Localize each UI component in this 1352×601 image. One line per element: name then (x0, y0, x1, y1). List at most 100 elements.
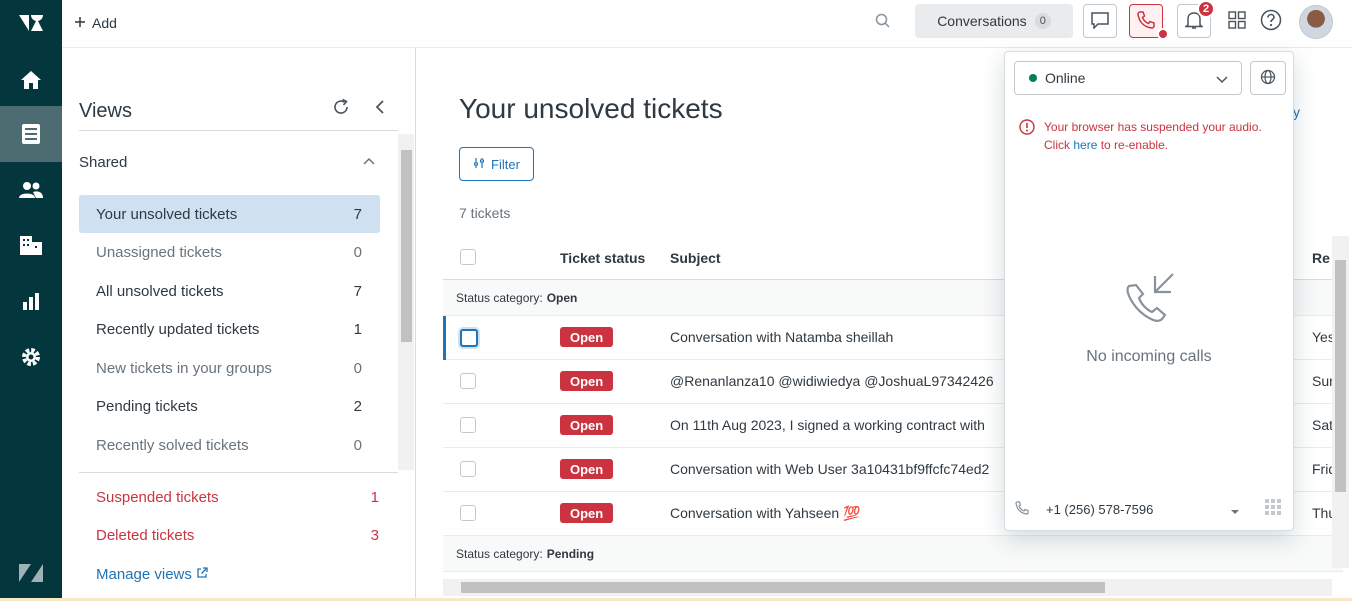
manage-views-link[interactable]: Manage views (96, 566, 208, 583)
no-incoming-calls-text: No incoming calls (1086, 348, 1212, 365)
collapse-panel-chevron-icon[interactable] (373, 99, 387, 118)
admin-gear-icon[interactable] (0, 329, 62, 385)
add-label: Add (92, 15, 117, 31)
add-button[interactable]: Add (74, 12, 117, 34)
ticket-subject[interactable]: On 11th Aug 2023, I signed a working con… (670, 417, 985, 433)
view-item-recently-solved[interactable]: Recently solved tickets 0 (79, 426, 380, 464)
filter-sliders-icon (473, 157, 485, 172)
group-prefix: Status category: (456, 546, 543, 561)
view-item-count: 1 (353, 320, 362, 338)
keypad-icon[interactable] (1264, 498, 1282, 519)
select-all-checkbox[interactable] (460, 249, 476, 265)
top-bar: Add Conversations 0 2 (62, 0, 1352, 48)
phone-icon (1136, 10, 1156, 33)
views-scrollbar-thumb[interactable] (401, 150, 412, 342)
table-horizontal-scrollbar-thumb[interactable] (461, 582, 1105, 593)
incoming-call-phone-icon (1121, 270, 1177, 329)
reenable-audio-link[interactable]: here (1073, 138, 1097, 152)
view-item-label: Recently solved tickets (96, 436, 249, 454)
user-avatar[interactable] (1299, 5, 1333, 39)
notifications-count-badge: 2 (1197, 0, 1215, 18)
row-checkbox[interactable] (460, 461, 476, 477)
chat-bubble-icon (1090, 11, 1110, 32)
divider (79, 130, 398, 131)
column-header-subject[interactable]: Subject (670, 250, 721, 266)
views-icon[interactable] (0, 106, 62, 162)
phone-small-icon (1014, 500, 1030, 519)
row-checkbox[interactable] (460, 373, 476, 389)
chevron-up-icon[interactable] (362, 154, 376, 171)
row-checkbox[interactable] (460, 417, 476, 433)
globe-icon (1260, 69, 1276, 88)
status-badge: Open (560, 327, 614, 347)
ticket-subject[interactable]: Conversation with Yahseen 💯 (670, 505, 860, 522)
home-icon[interactable] (0, 52, 62, 108)
view-item-label: Pending tickets (96, 397, 198, 415)
refresh-icon[interactable] (332, 98, 350, 119)
table-horizontal-scrollbar[interactable] (443, 579, 1332, 596)
table-vertical-scrollbar[interactable] (1332, 236, 1349, 568)
ticket-subject[interactable]: Conversation with Web User 3a10431bf9ffc… (670, 461, 989, 477)
organizations-icon[interactable] (0, 217, 62, 273)
view-item-label: Recently updated tickets (96, 320, 260, 338)
view-item-recently-updated[interactable]: Recently updated tickets 1 (79, 310, 380, 348)
conversations-count-badge: 0 (1034, 13, 1051, 29)
view-item-count: 0 (353, 436, 362, 454)
warning-click-text: Click (1044, 138, 1074, 152)
online-status-dot (1029, 74, 1037, 82)
view-item-deleted[interactable]: Deleted tickets 3 (79, 516, 398, 554)
filter-button[interactable]: Filter (459, 147, 534, 181)
ticket-subject[interactable]: Conversation with Natamba sheillah (670, 329, 893, 345)
view-item-label: Your unsolved tickets (96, 205, 238, 223)
table-vertical-scrollbar-thumb[interactable] (1335, 260, 1346, 492)
external-link-icon (196, 566, 208, 583)
view-item-all-unsolved[interactable]: All unsolved tickets 7 (79, 272, 380, 310)
view-item-new-in-groups[interactable]: New tickets in your groups 0 (79, 349, 380, 387)
row-checkbox[interactable] (460, 329, 478, 347)
zendesk-brand-icon (0, 545, 62, 601)
apps-button[interactable] (1220, 4, 1254, 38)
view-item-count: 2 (353, 397, 362, 415)
status-badge: Open (560, 415, 614, 435)
view-item-label: Unassigned tickets (96, 243, 222, 261)
talk-popover: Online Your browser has suspended your a… (1004, 51, 1294, 531)
conversations-button[interactable]: Conversations 0 (915, 4, 1073, 38)
view-item-label: New tickets in your groups (96, 359, 272, 377)
audio-suspended-warning: Your browser has suspended your audio. C… (1019, 118, 1289, 154)
filter-label: Filter (491, 156, 520, 172)
view-item-count: 7 (353, 205, 362, 223)
alert-circle-icon (1019, 119, 1035, 154)
view-item-suspended[interactable]: Suspended tickets 1 (79, 478, 398, 516)
view-item-pending[interactable]: Pending tickets 2 (79, 387, 380, 425)
shared-section-header[interactable]: Shared (79, 154, 127, 171)
ticket-requested: Sur (1312, 373, 1334, 389)
row-checkbox[interactable] (460, 505, 476, 521)
zendesk-logo-icon[interactable] (0, 0, 62, 44)
search-icon[interactable] (875, 13, 891, 32)
group-row-pending: Status category: Pending (443, 536, 1343, 572)
reporting-icon[interactable] (0, 273, 62, 329)
view-item-your-unsolved[interactable]: Your unsolved tickets 7 (79, 195, 380, 233)
status-badge: Open (560, 371, 614, 391)
column-header-status[interactable]: Ticket status (560, 250, 645, 266)
view-item-count: 1 (370, 488, 379, 506)
agent-status-select[interactable]: Online (1014, 61, 1242, 95)
group-prefix: Status category: (456, 290, 543, 305)
language-button[interactable] (1250, 61, 1286, 95)
view-item-label: Suspended tickets (96, 488, 219, 506)
view-item-count: 7 (353, 282, 362, 300)
conversations-label: Conversations (937, 13, 1027, 29)
customers-icon[interactable] (0, 162, 62, 218)
help-button[interactable] (1254, 4, 1288, 38)
truncated-action-link[interactable]: y (1293, 104, 1300, 120)
ticket-count: 7 tickets (459, 205, 511, 221)
view-item-label: Deleted tickets (96, 526, 195, 544)
views-scrollbar[interactable] (398, 134, 414, 470)
outbound-number-select[interactable]: +1 (256) 578-7596 (1014, 498, 1284, 520)
column-header-requested[interactable]: Re (1312, 250, 1330, 266)
chat-button[interactable] (1083, 4, 1117, 38)
ticket-subject[interactable]: @Renanlanza10 @widiwiedya @JoshuaL973424… (670, 373, 994, 389)
apps-grid-icon (1228, 10, 1246, 32)
view-item-count: 3 (370, 526, 379, 544)
view-item-unassigned[interactable]: Unassigned tickets 0 (79, 233, 380, 271)
